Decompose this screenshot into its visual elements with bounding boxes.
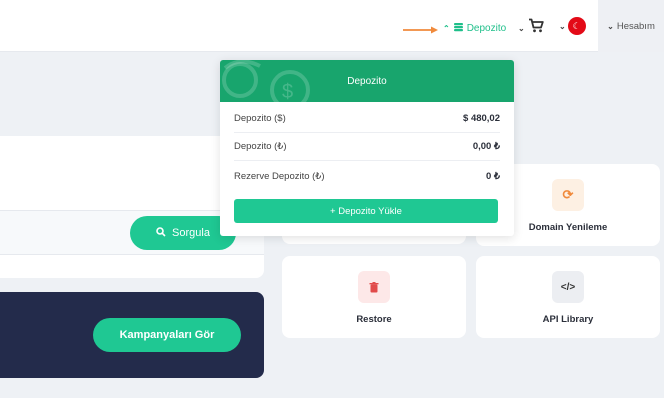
chevron-up-icon: ⌃ (443, 23, 450, 33)
account-label: Hesabım (616, 20, 655, 32)
annotation-arrow-icon (403, 26, 438, 34)
top-navbar: ⌃ Depozito ⌄ ⌄ ☾ ⌄ Hesabım (0, 0, 664, 52)
trash-icon (358, 271, 390, 303)
row-value: $ 480,02 (463, 113, 500, 124)
account-menu[interactable]: ⌄ Hesabım (598, 0, 664, 52)
cart-icon (528, 18, 544, 38)
balance-row-usd: Depozito ($) $ 480,02 (234, 105, 500, 133)
row-label: Rezerve Depozito (₺) (234, 170, 325, 182)
turkey-flag-icon: ☾ (567, 17, 586, 35)
kampanyalari-gor-button[interactable]: Kampanyaları Gör (93, 318, 241, 352)
depozito-dropdown: $ Depozito Depozito ($) $ 480,02 Depozit… (220, 60, 514, 236)
depozito-yukle-button[interactable]: + Depozito Yükle (234, 199, 498, 223)
money-cycle-icon: $ (222, 60, 310, 102)
depozito-link-label: Depozito (466, 22, 507, 34)
reserved-balance-row: Rezerve Depozito (₺) 0 ₺ (234, 162, 500, 190)
campaign-card: Kampanyaları Gör (0, 292, 264, 378)
tile-title: Restore (356, 314, 392, 325)
refresh-icon: ⟳ (552, 179, 584, 211)
language-selector[interactable]: ⌄ ☾ (559, 17, 586, 35)
row-label: Depozito ($) (234, 113, 286, 124)
chevron-down-icon: ⌄ (518, 23, 525, 33)
depozito-menu-toggle[interactable]: ⌃ Depozito (443, 19, 506, 37)
dropdown-header: $ Depozito (220, 60, 514, 102)
search-icon (156, 226, 166, 240)
dropdown-title: Depozito (347, 75, 387, 87)
tile-api-library[interactable]: </> API Library (476, 256, 660, 338)
tile-title: Domain Yenileme (528, 222, 608, 233)
chevron-down-icon: ⌄ (607, 21, 614, 31)
chevron-down-icon: ⌄ (559, 21, 566, 31)
row-value: 0,00 ₺ (472, 141, 500, 152)
sorgula-label: Sorgula (172, 227, 210, 239)
cart-menu[interactable]: ⌄ (518, 18, 544, 38)
tile-restore[interactable]: Restore (282, 256, 466, 338)
code-icon: </> (552, 271, 584, 303)
money-stack-icon (453, 19, 464, 37)
tile-title: API Library (542, 314, 594, 325)
svg-text:$: $ (282, 81, 293, 102)
balance-row-try: Depozito (₺) 0,00 ₺ (234, 133, 500, 161)
row-label: Depozito (₺) (234, 141, 287, 152)
row-value: 0 ₺ (486, 170, 500, 182)
